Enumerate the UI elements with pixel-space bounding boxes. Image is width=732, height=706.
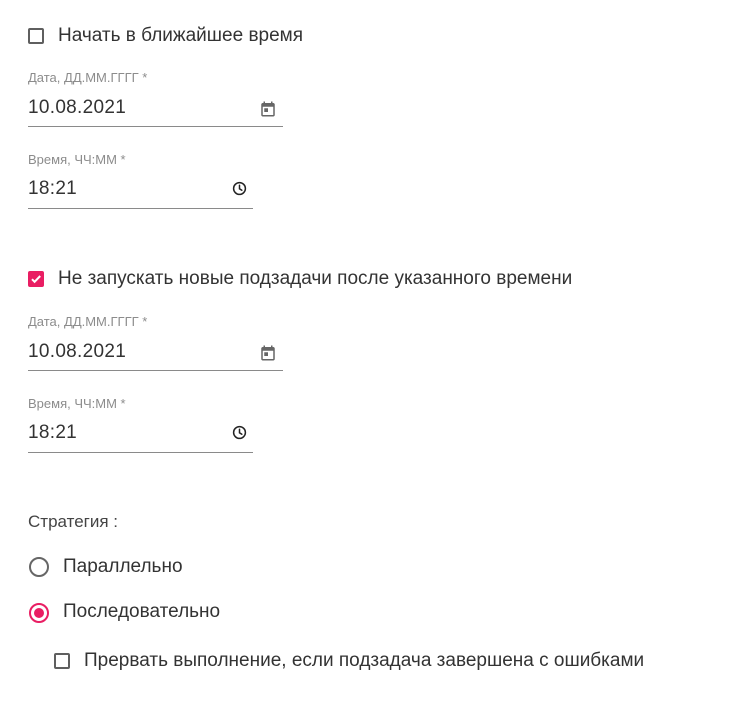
end-date-input[interactable]: 10.08.2021: [28, 341, 126, 363]
end-time-underline: [28, 452, 253, 453]
strategy-parallel-label: Параллельно: [63, 556, 183, 577]
end-date-underline: [28, 370, 283, 371]
end-date-label: Дата, ДД.ММ.ГГГГ *: [28, 314, 148, 329]
no-new-subtasks-checkbox[interactable]: [28, 271, 44, 287]
start-date-underline: [28, 126, 283, 127]
checkmark-icon: [31, 275, 41, 284]
strategy-parallel-radio[interactable]: [29, 557, 49, 577]
strategy-sequential-label: Последовательно: [63, 601, 221, 622]
end-time-input[interactable]: 18:21: [28, 422, 77, 444]
no-new-subtasks-label: Не запускать новые подзадачи после указа…: [58, 268, 573, 289]
start-date-label: Дата, ДД.ММ.ГГГГ *: [28, 70, 148, 85]
start-date-input[interactable]: 10.08.2021: [28, 97, 126, 119]
start-time-input[interactable]: 18:21: [28, 178, 77, 200]
strategy-sequential-radio[interactable]: [29, 603, 49, 623]
abort-on-error-checkbox[interactable]: [54, 653, 70, 669]
start-asap-label: Начать в ближайшее время: [58, 25, 304, 46]
start-time-underline: [28, 208, 253, 209]
end-time-label: Время, ЧЧ:ММ *: [28, 396, 126, 411]
calendar-icon[interactable]: [259, 344, 277, 362]
clock-icon[interactable]: [232, 425, 247, 440]
start-time-label: Время, ЧЧ:ММ *: [28, 152, 126, 167]
calendar-icon[interactable]: [259, 100, 277, 118]
clock-icon[interactable]: [232, 181, 247, 196]
abort-on-error-label: Прервать выполнение, если подзадача заве…: [84, 650, 645, 671]
radio-dot: [34, 608, 44, 618]
start-asap-checkbox[interactable]: [28, 28, 44, 44]
strategy-title: Стратегия :: [28, 512, 118, 531]
